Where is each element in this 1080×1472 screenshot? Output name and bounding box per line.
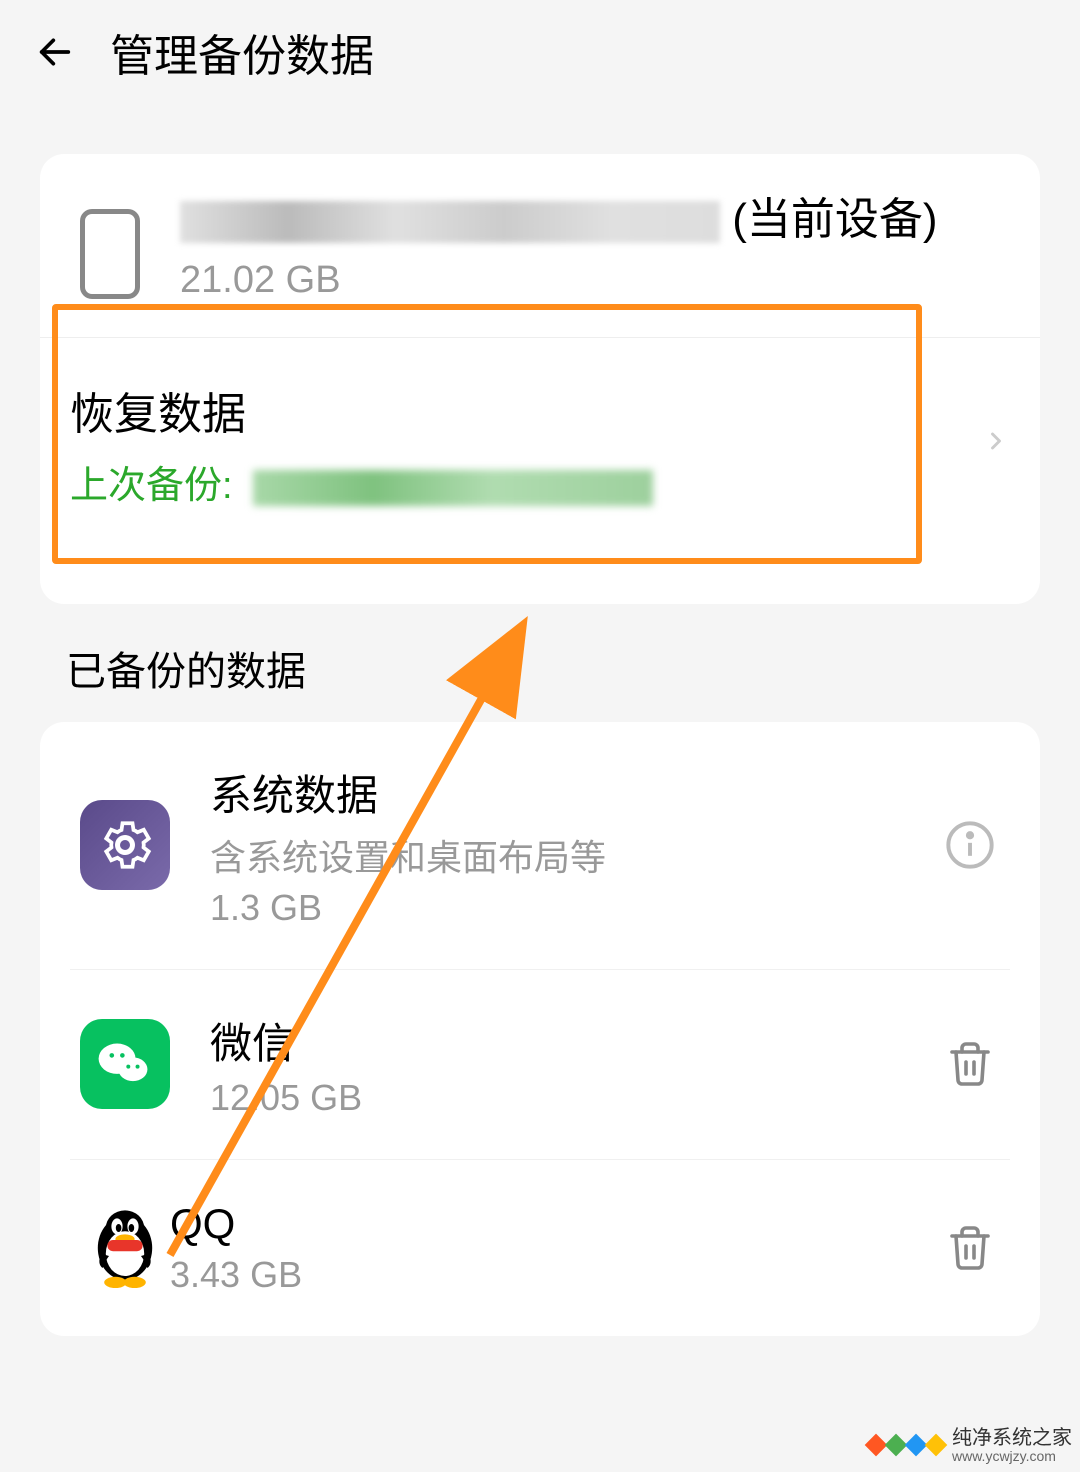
trash-icon <box>946 1224 994 1272</box>
system-settings-icon <box>80 800 170 890</box>
chevron-right-icon <box>982 419 1010 468</box>
restore-data-row[interactable]: 恢复数据 上次备份: <box>40 337 1040 564</box>
header: 管理备份数据 <box>0 0 1080 104</box>
back-button[interactable] <box>30 27 80 77</box>
list-item-system[interactable]: 系统数据 含系统设置和桌面布局等 1.3 GB <box>70 722 1010 970</box>
info-button[interactable] <box>940 815 1000 875</box>
device-card: (当前设备) 21.02 GB 恢复数据 上次备份: <box>40 154 1040 604</box>
phone-icon <box>80 209 140 299</box>
backup-list: 系统数据 含系统设置和桌面布局等 1.3 GB 微信 12. <box>40 722 1040 1336</box>
info-icon <box>944 819 996 871</box>
list-item-qq[interactable]: QQ 3.43 GB <box>70 1160 1010 1336</box>
item-size: 12.05 GB <box>210 1077 940 1119</box>
delete-button[interactable] <box>940 1218 1000 1278</box>
watermark-url: www.ycwjzy.com <box>952 1449 1072 1464</box>
device-size: 21.02 GB <box>180 259 1000 302</box>
item-desc: 含系统设置和桌面布局等 <box>210 829 940 881</box>
watermark: 纯净系统之家 www.ycwjzy.com <box>868 1427 1072 1464</box>
delete-button[interactable] <box>940 1034 1000 1094</box>
restore-title: 恢复数据 <box>70 378 982 442</box>
item-size: 1.3 GB <box>210 887 940 929</box>
last-backup-label: 上次备份: <box>70 454 982 509</box>
item-title: QQ <box>170 1200 940 1248</box>
trash-icon <box>946 1040 994 1088</box>
device-label-suffix: (当前设备) <box>732 195 937 244</box>
item-title: 微信 <box>210 1010 940 1071</box>
list-item-wechat[interactable]: 微信 12.05 GB <box>70 970 1010 1160</box>
device-row[interactable]: (当前设备) 21.02 GB <box>70 184 1010 312</box>
back-arrow-icon <box>35 32 75 72</box>
watermark-logo-icon <box>868 1437 944 1453</box>
device-name: (当前设备) <box>180 189 1000 251</box>
item-size: 3.43 GB <box>170 1254 940 1296</box>
page-title: 管理备份数据 <box>110 20 374 84</box>
wechat-icon <box>80 1019 170 1109</box>
watermark-name: 纯净系统之家 <box>952 1427 1072 1449</box>
redacted-device-name <box>180 201 720 243</box>
section-title: 已备份的数据 <box>0 634 1080 722</box>
redacted-backup-time <box>253 470 653 506</box>
item-title: 系统数据 <box>210 762 940 823</box>
qq-icon <box>80 1203 170 1293</box>
